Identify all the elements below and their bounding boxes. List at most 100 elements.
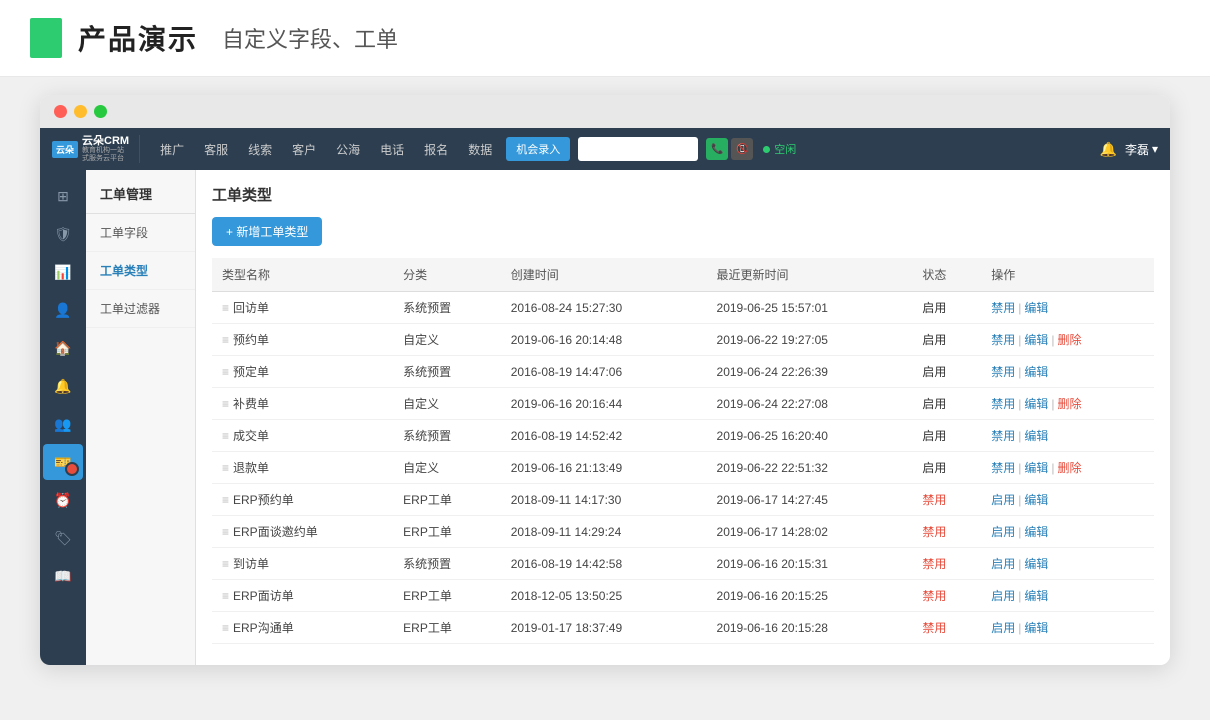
edit-action-link[interactable]: 编辑 [1024,429,1048,443]
cell-actions: 禁用|编辑 [981,420,1154,452]
disable-action-link[interactable]: 禁用 [991,461,1015,475]
row-handle-icon: ≡ [222,301,229,315]
sidebar-icon-person2[interactable]: 👥 [43,406,83,442]
cell-name: ≡退款单 [212,452,393,484]
enable-action-link[interactable]: 启用 [991,525,1015,539]
disable-action-link[interactable]: 禁用 [991,365,1015,379]
sidebar-icon-home[interactable]: 🏠 [43,330,83,366]
cell-created: 2019-06-16 20:14:48 [501,324,707,356]
notification-bell-icon[interactable]: 🔔 [1100,141,1117,158]
cell-created: 2019-01-17 18:37:49 [501,612,707,644]
nav-item-kehu[interactable]: 客户 [282,128,326,170]
cell-updated: 2019-06-24 22:27:08 [707,388,913,420]
status-badge: 禁用 [922,493,946,507]
status-text: 空闲 [774,141,796,157]
enable-action-link[interactable]: 启用 [991,493,1015,507]
user-name: 李磊 [1125,141,1149,158]
table-row: ≡预定单系统预置2016-08-19 14:47:062019-06-24 22… [212,356,1154,388]
row-handle-icon: ≡ [222,365,229,379]
nav-item-kefu[interactable]: 客服 [194,128,238,170]
enable-action-link[interactable]: 启用 [991,589,1015,603]
cell-updated: 2019-06-24 22:26:39 [707,356,913,388]
browser-dot-yellow[interactable] [74,105,87,118]
table-row: ≡到访单系统预置2016-08-19 14:42:582019-06-16 20… [212,548,1154,580]
cell-status: 启用 [912,292,981,324]
status-badge: 启用 [922,333,946,347]
edit-action-link[interactable]: 编辑 [1024,589,1048,603]
cell-name: ≡ERP预约单 [212,484,393,516]
sidebar-icon-ticket[interactable]: 🎫 [43,444,83,480]
phone-icon-group: 📞 📵 [706,138,753,160]
edit-action-link[interactable]: 编辑 [1024,397,1048,411]
search-input[interactable] [578,137,698,161]
opportunity-entry-button[interactable]: 机会录入 [506,137,570,161]
sidebar-icon-tag[interactable]: 🏷 [43,520,83,556]
disable-action-link[interactable]: 禁用 [991,429,1015,443]
edit-action-link[interactable]: 编辑 [1024,557,1048,571]
main-content-wrapper: ⊞ 🛡 📊 👤 🏠 🔔 👥 🎫 ⏰ 🏷 📖 [40,170,1170,665]
submenu-item-fields[interactable]: 工单字段 [86,214,195,252]
cell-category: 自定义 [393,388,501,420]
logo-icon: 云朵 [52,141,78,158]
edit-action-link[interactable]: 编辑 [1024,333,1048,347]
sidebar-icon-book[interactable]: 📖 [43,558,83,594]
edit-action-link[interactable]: 编辑 [1024,621,1048,635]
col-header-category: 分类 [393,258,501,292]
nav-item-baoming[interactable]: 报名 [414,128,458,170]
nav-item-dianhua[interactable]: 电话 [370,128,414,170]
phone-call-icon[interactable]: 📞 [706,138,728,160]
sidebar-icon-person[interactable]: 👤 [43,292,83,328]
logo-main-text: 云朵CRM [82,135,129,147]
cell-created: 2018-09-11 14:29:24 [501,516,707,548]
col-header-name: 类型名称 [212,258,393,292]
add-ticket-type-button[interactable]: + 新增工单类型 [212,217,322,246]
disable-action-link[interactable]: 禁用 [991,301,1015,315]
sidebar-icon-grid[interactable]: ⊞ [43,178,83,214]
cell-category: 系统预置 [393,356,501,388]
cell-category: ERP工单 [393,612,501,644]
cell-actions: 启用|编辑 [981,516,1154,548]
status-badge: 禁用 [922,525,946,539]
cell-actions: 启用|编辑 [981,484,1154,516]
delete-action-link[interactable]: 删除 [1058,333,1082,347]
edit-action-link[interactable]: 编辑 [1024,301,1048,315]
status-badge: 启用 [922,301,946,315]
cell-status: 启用 [912,356,981,388]
cell-name: ≡预约单 [212,324,393,356]
nav-item-shuju[interactable]: 数据 [458,128,502,170]
sidebar-icons: ⊞ 🛡 📊 👤 🏠 🔔 👥 🎫 ⏰ 🏷 📖 [40,170,86,665]
sidebar-icon-bell[interactable]: 🔔 [43,368,83,404]
table-row: ≡回访单系统预置2016-08-24 15:27:302019-06-25 15… [212,292,1154,324]
status-dot-icon [763,146,770,153]
disable-action-link[interactable]: 禁用 [991,333,1015,347]
sidebar-icon-shield[interactable]: 🛡 [43,216,83,252]
cell-name: ≡到访单 [212,548,393,580]
delete-action-link[interactable]: 删除 [1058,461,1082,475]
browser-dot-red[interactable] [54,105,67,118]
nav-item-tuiguang[interactable]: 推广 [150,128,194,170]
submenu-item-filter[interactable]: 工单过滤器 [86,290,195,328]
row-handle-icon: ≡ [222,333,229,347]
sidebar-icon-chart[interactable]: 📊 [43,254,83,290]
nav-item-gonghai[interactable]: 公海 [326,128,370,170]
disable-action-link[interactable]: 禁用 [991,397,1015,411]
phone-hangup-icon[interactable]: 📵 [731,138,753,160]
enable-action-link[interactable]: 启用 [991,621,1015,635]
cell-updated: 2019-06-16 20:15:31 [707,548,913,580]
logo-area: 云朵 云朵CRM 教育机构一站 式服务云平台 [52,135,140,162]
status-badge: 启用 [922,365,946,379]
edit-action-link[interactable]: 编辑 [1024,461,1048,475]
cell-category: 自定义 [393,324,501,356]
enable-action-link[interactable]: 启用 [991,557,1015,571]
browser-dot-green[interactable] [94,105,107,118]
cell-actions: 禁用|编辑 [981,292,1154,324]
user-menu[interactable]: 李磊 ▾ [1125,141,1158,158]
nav-item-xiansuo[interactable]: 线索 [238,128,282,170]
edit-action-link[interactable]: 编辑 [1024,493,1048,507]
edit-action-link[interactable]: 编辑 [1024,525,1048,539]
submenu-item-types[interactable]: 工单类型 [86,252,195,290]
sidebar-icon-clock[interactable]: ⏰ [43,482,83,518]
delete-action-link[interactable]: 删除 [1058,397,1082,411]
table-row: ≡ERP沟通单ERP工单2019-01-17 18:37:492019-06-1… [212,612,1154,644]
edit-action-link[interactable]: 编辑 [1024,365,1048,379]
